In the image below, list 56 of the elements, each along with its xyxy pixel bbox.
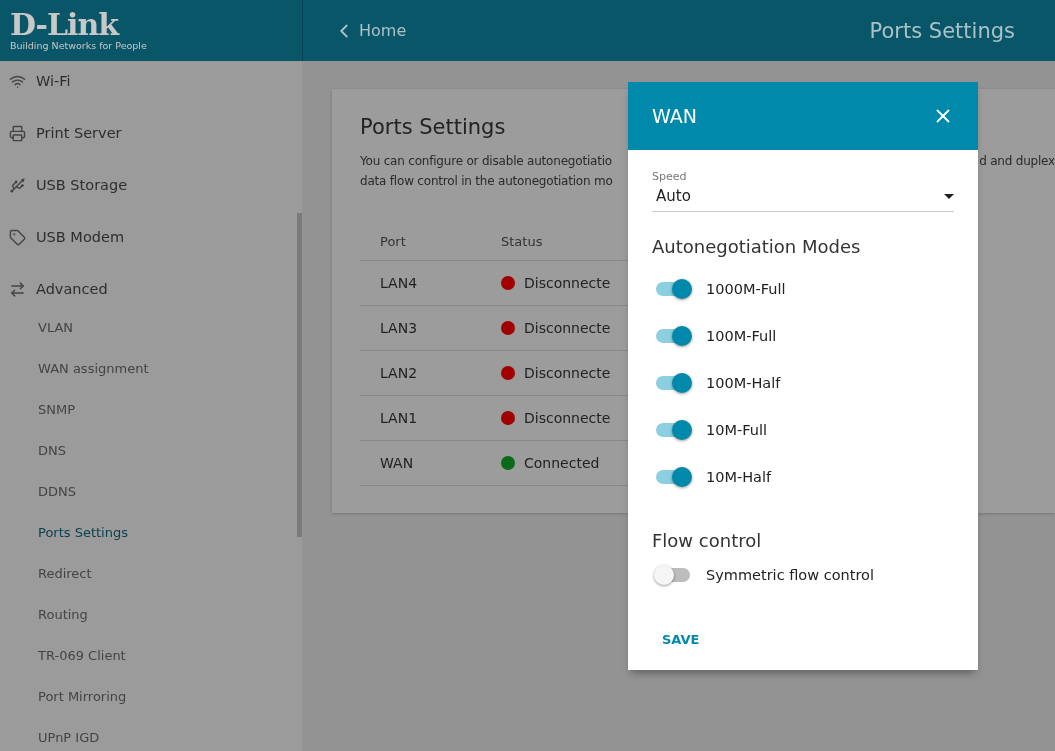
toggle-switch[interactable]: [654, 325, 692, 346]
sidebar-subitem[interactable]: Ports Settings: [0, 512, 280, 553]
sidebar-item[interactable]: USB Storage: [0, 159, 290, 211]
sidebar-subitem[interactable]: TR-069 Client: [0, 635, 280, 676]
back-link[interactable]: Home: [333, 19, 407, 42]
column-header: Port: [379, 234, 407, 249]
section-title: Flow control: [652, 530, 763, 551]
toggle-label: 10M-Half: [706, 468, 772, 485]
save-button[interactable]: SAVE: [652, 626, 710, 653]
toggle-label: 1000M-Full: [706, 280, 786, 297]
table-cell-text: LAN1: [379, 410, 419, 426]
page-title: Ports Settings: [869, 18, 1015, 43]
sidebar-subitem[interactable]: Port Mirroring: [0, 676, 280, 717]
caret-icon: [944, 193, 954, 199]
usb-icon: [9, 176, 26, 194]
toggle-switch[interactable]: [654, 372, 692, 393]
toggle-switch[interactable]: [654, 564, 692, 585]
toggle-label: 100M-Half: [706, 374, 781, 391]
sidebar-subitem[interactable]: DNS: [0, 430, 280, 471]
tag-icon: [9, 228, 26, 246]
dialog-title: WAN: [652, 105, 697, 127]
sidebar-subitem[interactable]: Redirect: [0, 553, 280, 594]
toggle-switch[interactable]: [654, 419, 692, 440]
description-text: data flow control in the autonegotiation mo: [360, 173, 613, 190]
sidebar-subitem[interactable]: Routing: [0, 594, 280, 635]
description-text: You can configure or disable autonegotiatio: [360, 153, 612, 170]
toggle-label: Symmetric flow control: [706, 566, 874, 583]
toggle-switch[interactable]: [654, 466, 692, 487]
toggle-switch[interactable]: [654, 278, 692, 299]
sidebar-item[interactable]: USB Modem: [0, 211, 290, 263]
table-cell: Disconnecte: [524, 365, 611, 381]
table-cell: Connected: [524, 455, 600, 471]
sidebar-item[interactable]: Print Server: [0, 107, 290, 159]
sidebar-subitem[interactable]: WAN assignment: [0, 348, 280, 389]
sidebar-subitem[interactable]: SNMP: [0, 389, 280, 430]
table-cell: Disconnecte: [524, 320, 611, 336]
toggle-label: 10M-Full: [706, 421, 767, 438]
table-cell-text: LAN4: [379, 275, 419, 291]
description-text: d and duplex: [979, 153, 1055, 170]
table-cell: Disconnecte: [524, 275, 611, 291]
column-header: Status: [501, 234, 543, 249]
printer-icon: [9, 124, 26, 142]
sidebar-subitem[interactable]: DDNS: [0, 471, 280, 512]
table-cell-text: WAN: [379, 455, 415, 471]
scrollbar[interactable]: [297, 213, 302, 537]
sidebar-subitem[interactable]: UPnP IGD: [0, 717, 280, 751]
table-cell: Disconnecte: [524, 410, 611, 426]
section-title: Autonegotiation Modes: [652, 236, 862, 257]
toggle-label: 100M-Full: [706, 327, 777, 344]
table-cell-text: LAN2: [379, 365, 419, 381]
logo: D-Link Building Networks for People: [9, 6, 148, 53]
card-title: Ports Settings: [360, 115, 506, 139]
speed-select[interactable]: Speed Auto: [652, 170, 954, 212]
table-cell-text: LAN3: [379, 320, 419, 336]
arrows-icon: [9, 280, 26, 298]
sidebar-item[interactable]: Wi-Fi: [0, 61, 290, 107]
